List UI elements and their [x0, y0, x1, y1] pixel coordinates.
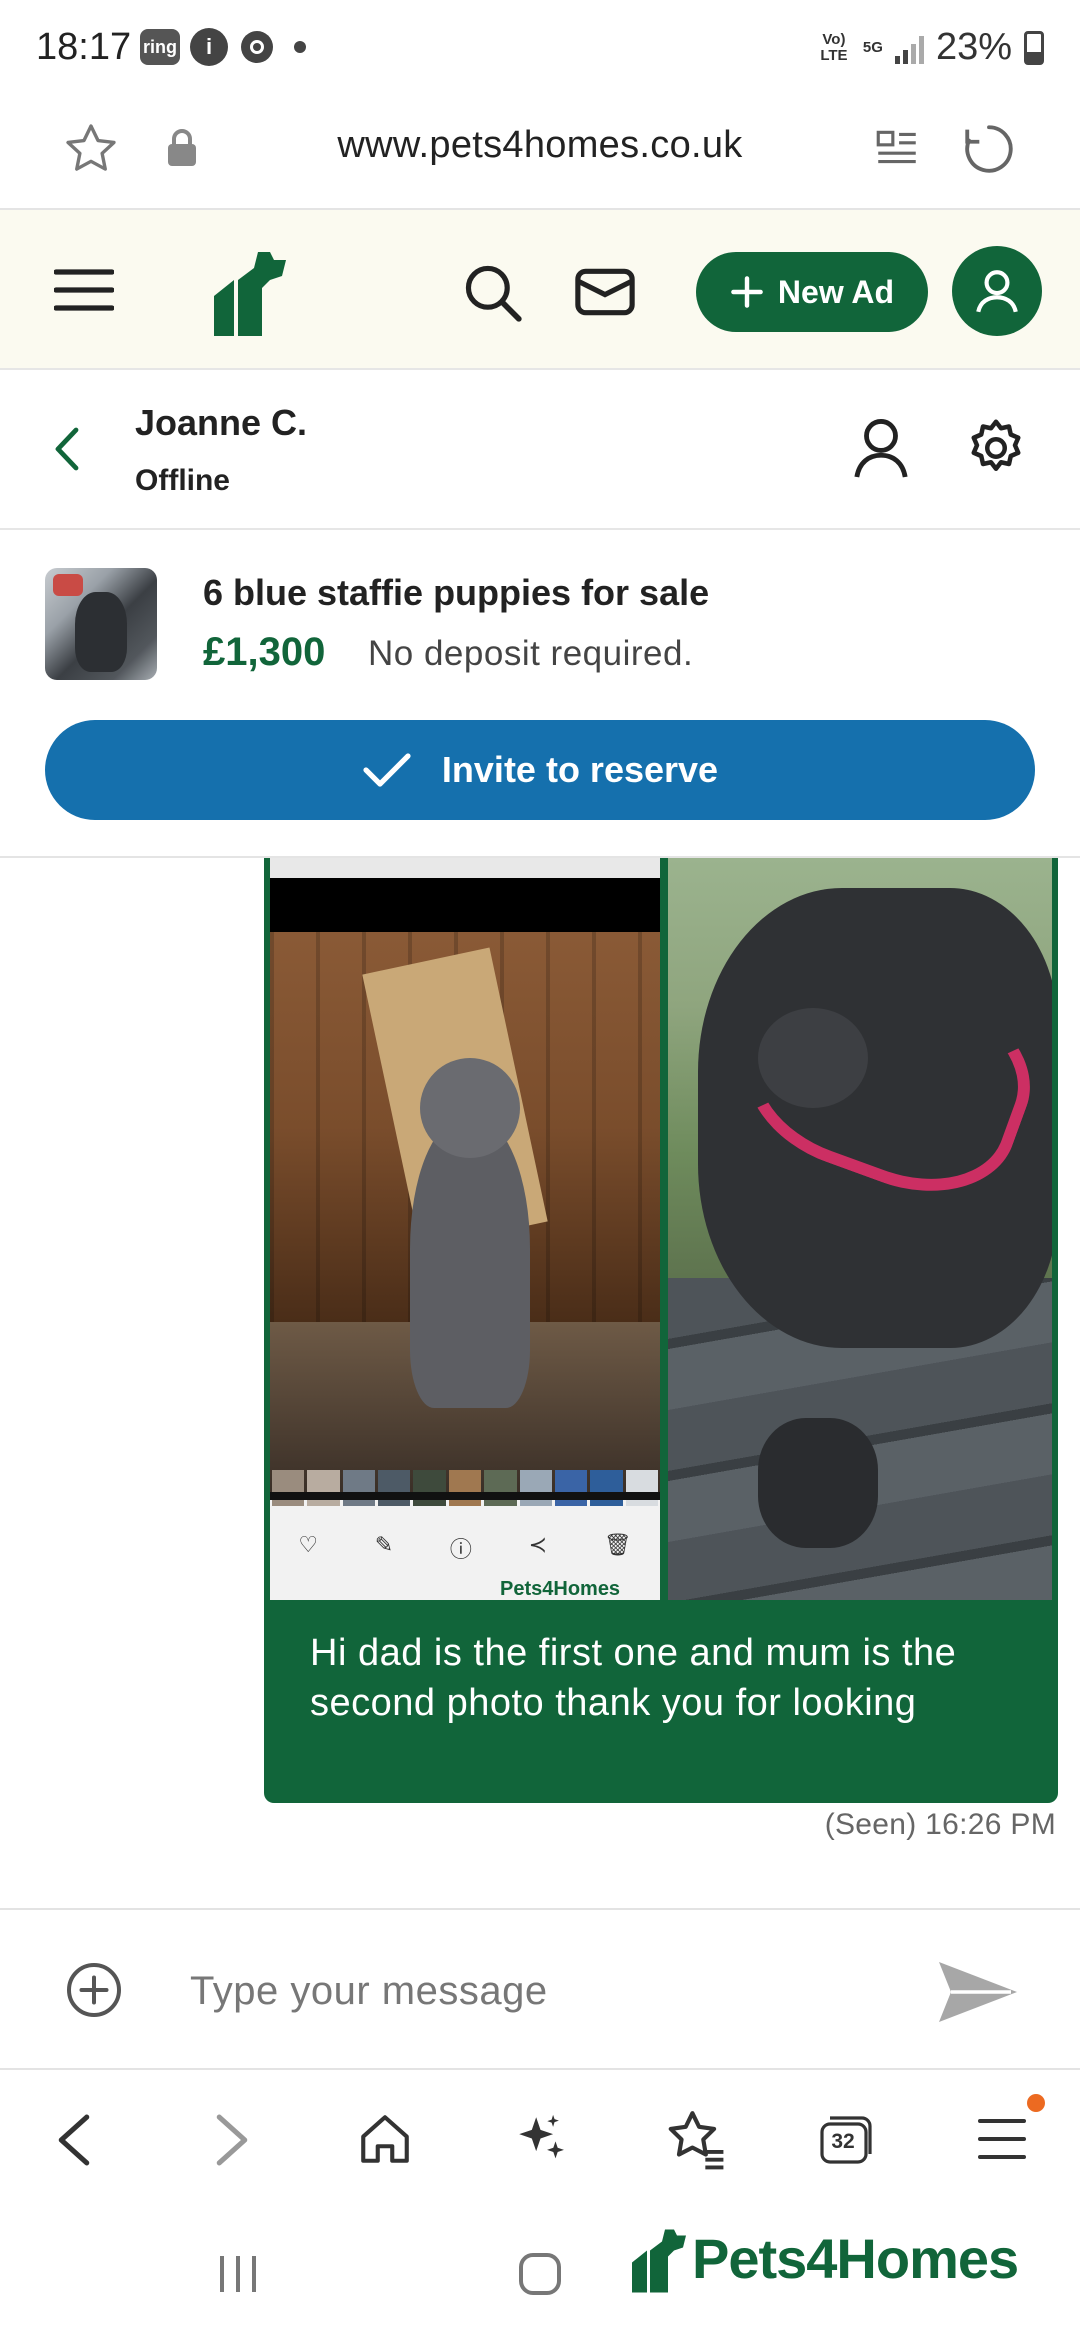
signal-icon — [894, 32, 924, 64]
browser-address-bar: www.pets4homes.co.uk — [0, 96, 1080, 210]
plus-icon — [731, 276, 763, 308]
embedded-logo: Pets4Homes — [500, 1578, 621, 1600]
nav-forward-icon[interactable] — [214, 2112, 250, 2168]
brand-logo-icon — [632, 2229, 686, 2293]
message-text: Hi dad is the first one and mum is the s… — [310, 1632, 957, 1724]
volte-label: Vo) LTE — [820, 30, 848, 64]
network-label: 5G — [862, 38, 883, 56]
listing-thumbnail[interactable] — [45, 568, 157, 680]
contact-status: Offline — [135, 464, 230, 497]
notification-icons: ring i — [140, 28, 306, 66]
nav-back-icon[interactable] — [56, 2112, 92, 2168]
recents-icon[interactable] — [216, 2252, 260, 2296]
home-icon[interactable] — [356, 2110, 414, 2168]
menu-notification-dot — [1027, 2094, 1045, 2112]
info-notification-icon: i — [190, 28, 228, 66]
status-time: 18:17 — [36, 26, 132, 68]
message-composer — [0, 1908, 1080, 2070]
send-icon[interactable] — [936, 1956, 1020, 2028]
mail-icon[interactable] — [574, 266, 636, 318]
heart-icon: ♡ — [298, 1532, 319, 1557]
account-button[interactable] — [952, 246, 1042, 336]
chat-header: Joanne C. Offline — [0, 370, 1080, 530]
chat-messages: ♡ ✎ ⓘ ≺ 🗑 Pets4Homes Hi dad is the first… — [0, 858, 1080, 1908]
mum-dog-photo[interactable] — [668, 858, 1052, 1600]
message-input[interactable] — [190, 1956, 870, 2026]
bookmarks-icon[interactable] — [664, 2108, 726, 2170]
photo-thumbnail-strip — [270, 1470, 660, 1506]
listing-summary: 6 blue staffie puppies for sale £1,300 N… — [0, 530, 1080, 858]
listing-deposit-note: No deposit required. — [368, 634, 694, 673]
share-icon: ≺ — [528, 1532, 548, 1557]
search-icon[interactable] — [462, 262, 524, 324]
pets4homes-watermark: Pets4Homes — [626, 2222, 1019, 2294]
battery-icon — [1024, 30, 1044, 65]
new-ad-label: New Ad — [777, 273, 895, 310]
status-bar: 18:17 ring i Vo) LTE 5G 23% — [0, 0, 1080, 96]
sparkle-icon[interactable] — [512, 2110, 570, 2168]
new-ad-button[interactable]: New Ad — [696, 252, 928, 332]
add-circle-icon[interactable] — [64, 1960, 124, 2020]
gallery-toolbar: ♡ ✎ ⓘ ≺ 🗑 — [270, 1532, 660, 1564]
ring-notification-icon: ring — [140, 29, 180, 65]
battery-percent: 23% — [935, 26, 1012, 68]
contact-name[interactable]: Joanne C. — [135, 402, 307, 444]
gear-icon[interactable] — [966, 418, 1026, 478]
delete-icon: 🗑 — [603, 1532, 632, 1557]
listing-title[interactable]: 6 blue staffie puppies for sale — [203, 572, 709, 614]
browser-toolbar: 32 — [0, 2070, 1080, 2210]
info-icon: ⓘ — [449, 1537, 472, 1562]
status-indicators: Vo) LTE 5G 23% — [817, 26, 1044, 69]
back-icon[interactable] — [54, 426, 80, 472]
invite-to-reserve-button[interactable]: Invite to reserve — [45, 720, 1035, 820]
invite-label: Invite to reserve — [441, 749, 719, 790]
tabs-icon[interactable]: 32 — [818, 2114, 874, 2166]
check-icon — [363, 753, 411, 787]
edit-icon: ✎ — [374, 1532, 394, 1557]
message-bubble: ♡ ✎ ⓘ ≺ 🗑 Pets4Homes Hi dad is the first… — [264, 858, 1058, 1803]
profile-icon[interactable] — [852, 416, 910, 480]
site-header: New Ad — [0, 210, 1080, 370]
pets4homes-logo-icon[interactable] — [206, 244, 286, 336]
system-home-icon[interactable] — [516, 2250, 564, 2298]
tab-count: 32 — [831, 2130, 855, 2153]
more-notifications-dot — [294, 41, 306, 53]
chrome-notification-icon — [241, 31, 273, 63]
page: 18:17 ring i Vo) LTE 5G 23% www.pets4hom… — [0, 0, 1080, 2340]
user-icon — [976, 270, 1018, 313]
reload-icon[interactable] — [960, 120, 1018, 178]
listing-price: £1,300 — [203, 630, 326, 674]
browser-menu-icon[interactable] — [976, 2116, 1028, 2162]
brand-name: Pets4Homes — [692, 2226, 1019, 2290]
menu-icon[interactable] — [54, 268, 114, 312]
dad-dog-photo[interactable]: ♡ ✎ ⓘ ≺ 🗑 Pets4Homes — [270, 858, 660, 1600]
reader-icon[interactable] — [872, 124, 922, 174]
message-seen-time: (Seen) 16:26 PM — [824, 1808, 1056, 1841]
